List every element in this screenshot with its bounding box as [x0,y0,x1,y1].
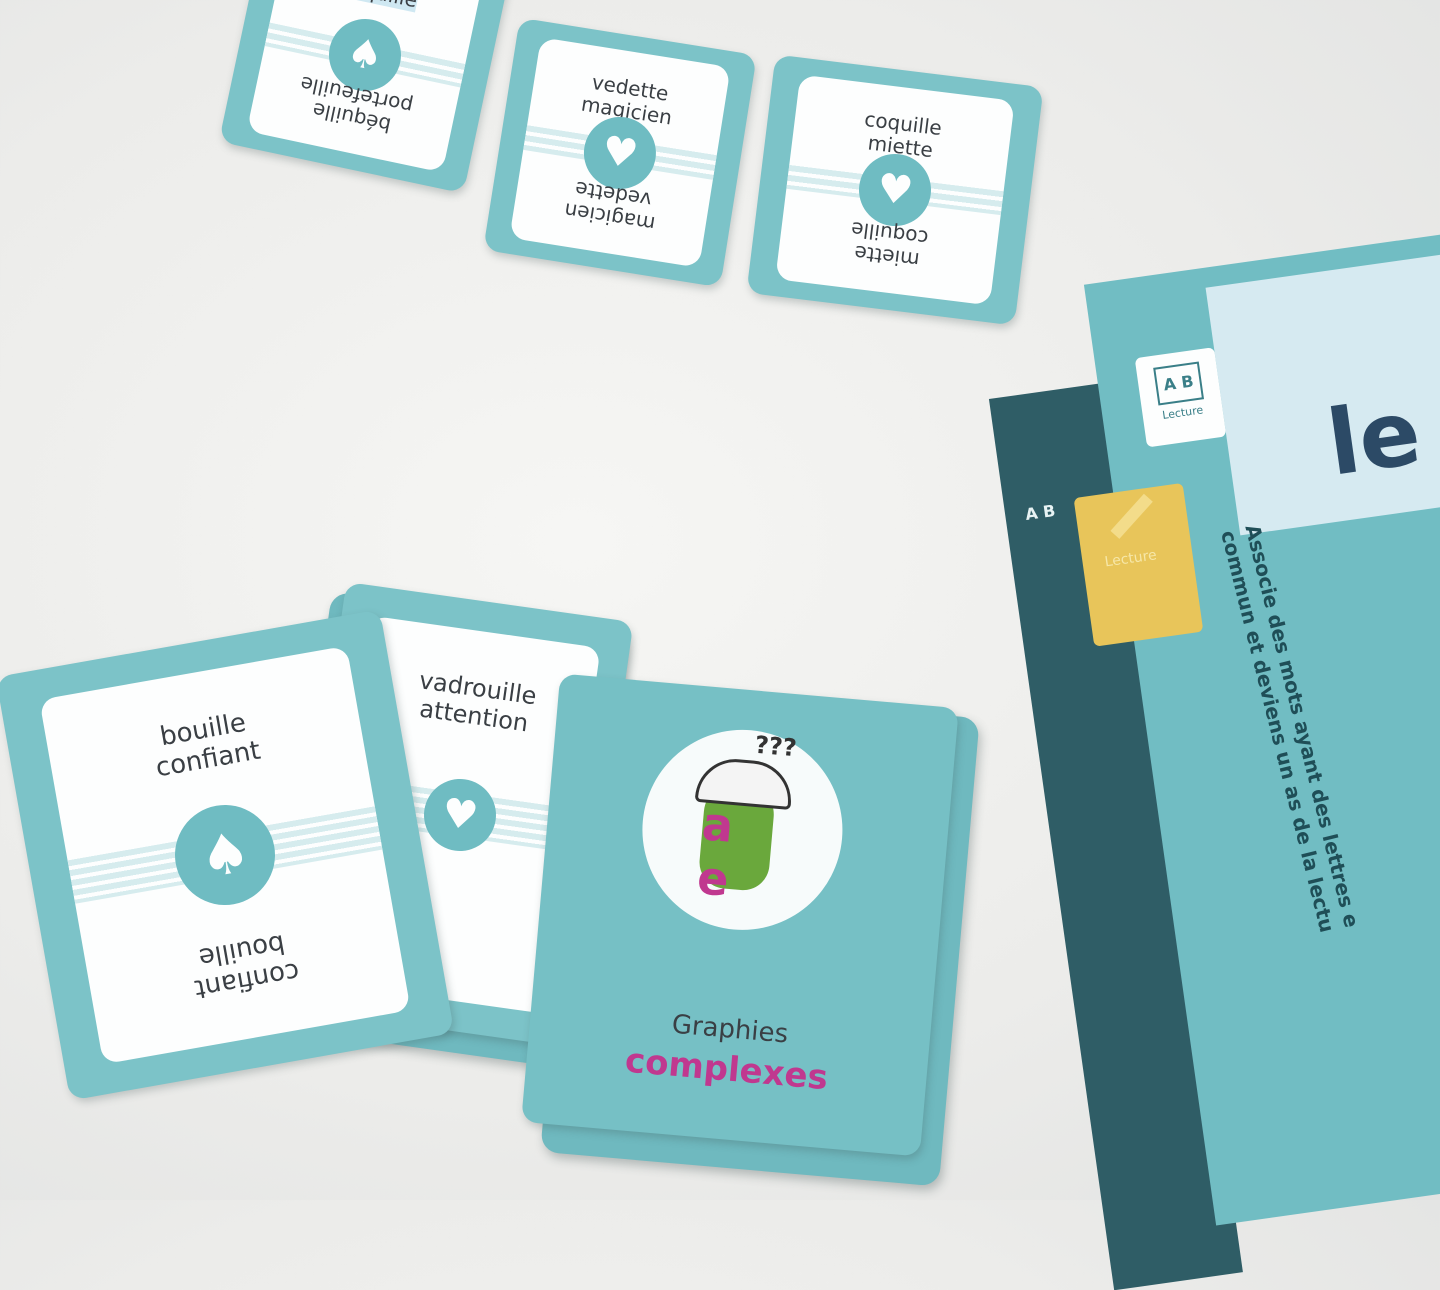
book-ab-icon: A B [1153,361,1205,406]
heart-emblem-icon: ♥ [419,774,501,856]
yellow-tab: Lecture [1073,482,1204,647]
card-face: bouille confiant ♠ confiant bouille [39,645,411,1065]
box-logo: le [1321,379,1427,497]
yellow-tab-label: Lecture [1103,547,1158,571]
card-face: béquille ♠ béquille portefeuille [246,0,484,173]
card-bouille: bouille confiant ♠ confiant bouille [0,609,455,1101]
deck-cover-card: a e ??? Graphies complexes [521,673,959,1157]
box-category-chip: A B Lecture [1134,347,1227,448]
card-vedette: vedette magicien ♥ magicien vedette [483,17,757,288]
question-marks: ??? [753,730,798,763]
spine-ab-label: A B [1024,500,1057,524]
card-face: coquille miette ♥ miette coquille [775,74,1015,306]
card-words-bottom: confiant bouille [192,927,302,1004]
chip-label: Lecture [1161,403,1204,422]
card-bequille: béquille ♠ béquille portefeuille [218,0,512,194]
card-words-top: bouille confiant [153,708,263,784]
game-box: A B Lecture A B Lecture le Associe des m… [975,226,1440,1290]
card-face: vedette magicien ♥ magicien vedette [509,37,731,268]
spade-emblem-icon: ♠ [167,797,283,913]
pencil-icon [1110,493,1153,539]
emblem-letters: a e [695,796,796,913]
card-coquille: coquille miette ♥ miette coquille [746,54,1044,326]
